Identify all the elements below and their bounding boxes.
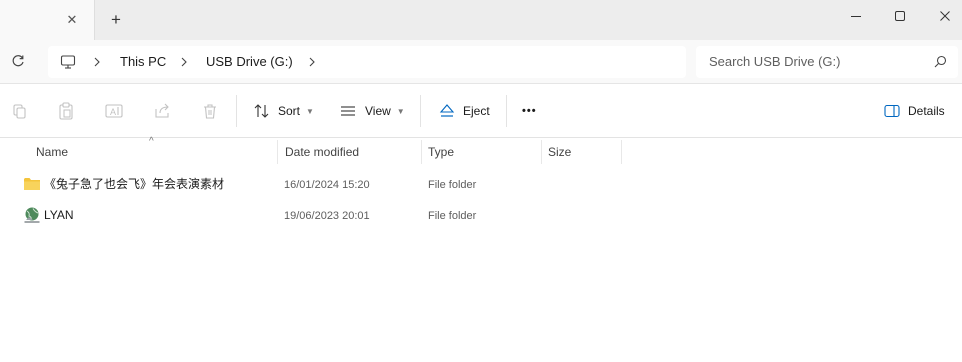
toolbar-divider	[506, 95, 507, 127]
minimize-icon	[851, 16, 861, 17]
file-date: 19/06/2023 20:01	[284, 210, 370, 222]
list-item[interactable]: 《兔子急了也会飞》年会表演素材 16/01/2024 15:20 File fo…	[0, 169, 962, 199]
column-header-size[interactable]: Size	[548, 140, 571, 166]
this-pc-icon[interactable]	[60, 54, 76, 70]
toolbar-divider	[420, 95, 421, 127]
command-bar: A Sort ▼ View ▼ Eject ••• Details	[0, 85, 962, 138]
list-item[interactable]: LYAN 19/06/2023 20:01 File folder	[0, 200, 962, 230]
rename-icon[interactable]: A	[105, 102, 123, 120]
chevron-down-icon: ▼	[396, 106, 405, 116]
chevron-down-icon: ▼	[306, 106, 314, 116]
toolbar-divider	[236, 95, 237, 127]
sort-label: Sort	[278, 104, 301, 118]
new-tab-button[interactable]: +	[106, 10, 126, 30]
column-separator[interactable]	[277, 140, 278, 164]
column-separator[interactable]	[621, 140, 622, 164]
minimize-button[interactable]	[833, 0, 879, 32]
file-type: File folder	[428, 210, 477, 222]
svg-text:A: A	[110, 107, 116, 117]
close-icon	[940, 11, 950, 21]
breadcrumb-usb-drive[interactable]: USB Drive (G:)	[206, 54, 293, 70]
share-icon[interactable]	[153, 102, 171, 120]
chevron-right-icon[interactable]	[91, 55, 103, 69]
column-separator[interactable]	[541, 140, 542, 164]
folder-icon	[24, 178, 40, 190]
file-date: 16/01/2024 15:20	[284, 179, 370, 191]
sort-ascending-icon: ^	[149, 136, 154, 147]
column-separator[interactable]	[421, 140, 422, 164]
view-icon	[341, 106, 355, 116]
search-placeholder: Search USB Drive (G:)	[709, 54, 841, 69]
refresh-button[interactable]	[8, 51, 28, 71]
close-window-button[interactable]	[922, 0, 962, 32]
more-icon: •••	[522, 105, 537, 117]
details-label: Details	[908, 104, 945, 118]
cut-icon[interactable]	[10, 102, 28, 120]
sort-icon	[254, 104, 269, 118]
maximize-button[interactable]	[877, 0, 923, 32]
address-row: This PC USB Drive (G:) Search USB Drive …	[0, 40, 962, 84]
globe-folder-icon	[24, 207, 40, 223]
delete-icon[interactable]	[201, 102, 219, 120]
column-header-date[interactable]: Date modified	[285, 140, 359, 166]
chevron-right-icon[interactable]	[306, 55, 318, 69]
search-input[interactable]: Search USB Drive (G:)	[696, 46, 958, 78]
maximize-icon	[895, 11, 905, 21]
title-bar: ✕ +	[0, 0, 962, 40]
chevron-right-icon[interactable]	[178, 55, 190, 69]
file-type: File folder	[428, 179, 477, 191]
paste-icon[interactable]	[57, 102, 75, 120]
column-header-name[interactable]: Name	[36, 140, 68, 166]
refresh-icon	[12, 55, 24, 67]
column-header-type[interactable]: Type	[428, 140, 454, 166]
more-options-button[interactable]: •••	[522, 99, 537, 123]
eject-label: Eject	[463, 104, 490, 118]
details-pane-icon	[884, 104, 900, 118]
sort-button[interactable]: Sort ▼	[254, 99, 314, 123]
tab-current[interactable]: ✕	[0, 0, 95, 40]
view-button[interactable]: View ▼	[340, 99, 405, 123]
close-tab-button[interactable]: ✕	[62, 10, 82, 30]
breadcrumb[interactable]: This PC USB Drive (G:)	[48, 46, 686, 78]
view-label: View	[365, 104, 391, 118]
breadcrumb-this-pc[interactable]: This PC	[120, 54, 166, 70]
details-button[interactable]: Details	[884, 99, 945, 123]
file-name: LYAN	[44, 208, 74, 222]
eject-icon	[439, 104, 455, 117]
search-icon	[934, 55, 947, 68]
eject-button[interactable]: Eject	[439, 99, 490, 123]
file-name: 《兔子急了也会飞》年会表演素材	[44, 177, 225, 191]
